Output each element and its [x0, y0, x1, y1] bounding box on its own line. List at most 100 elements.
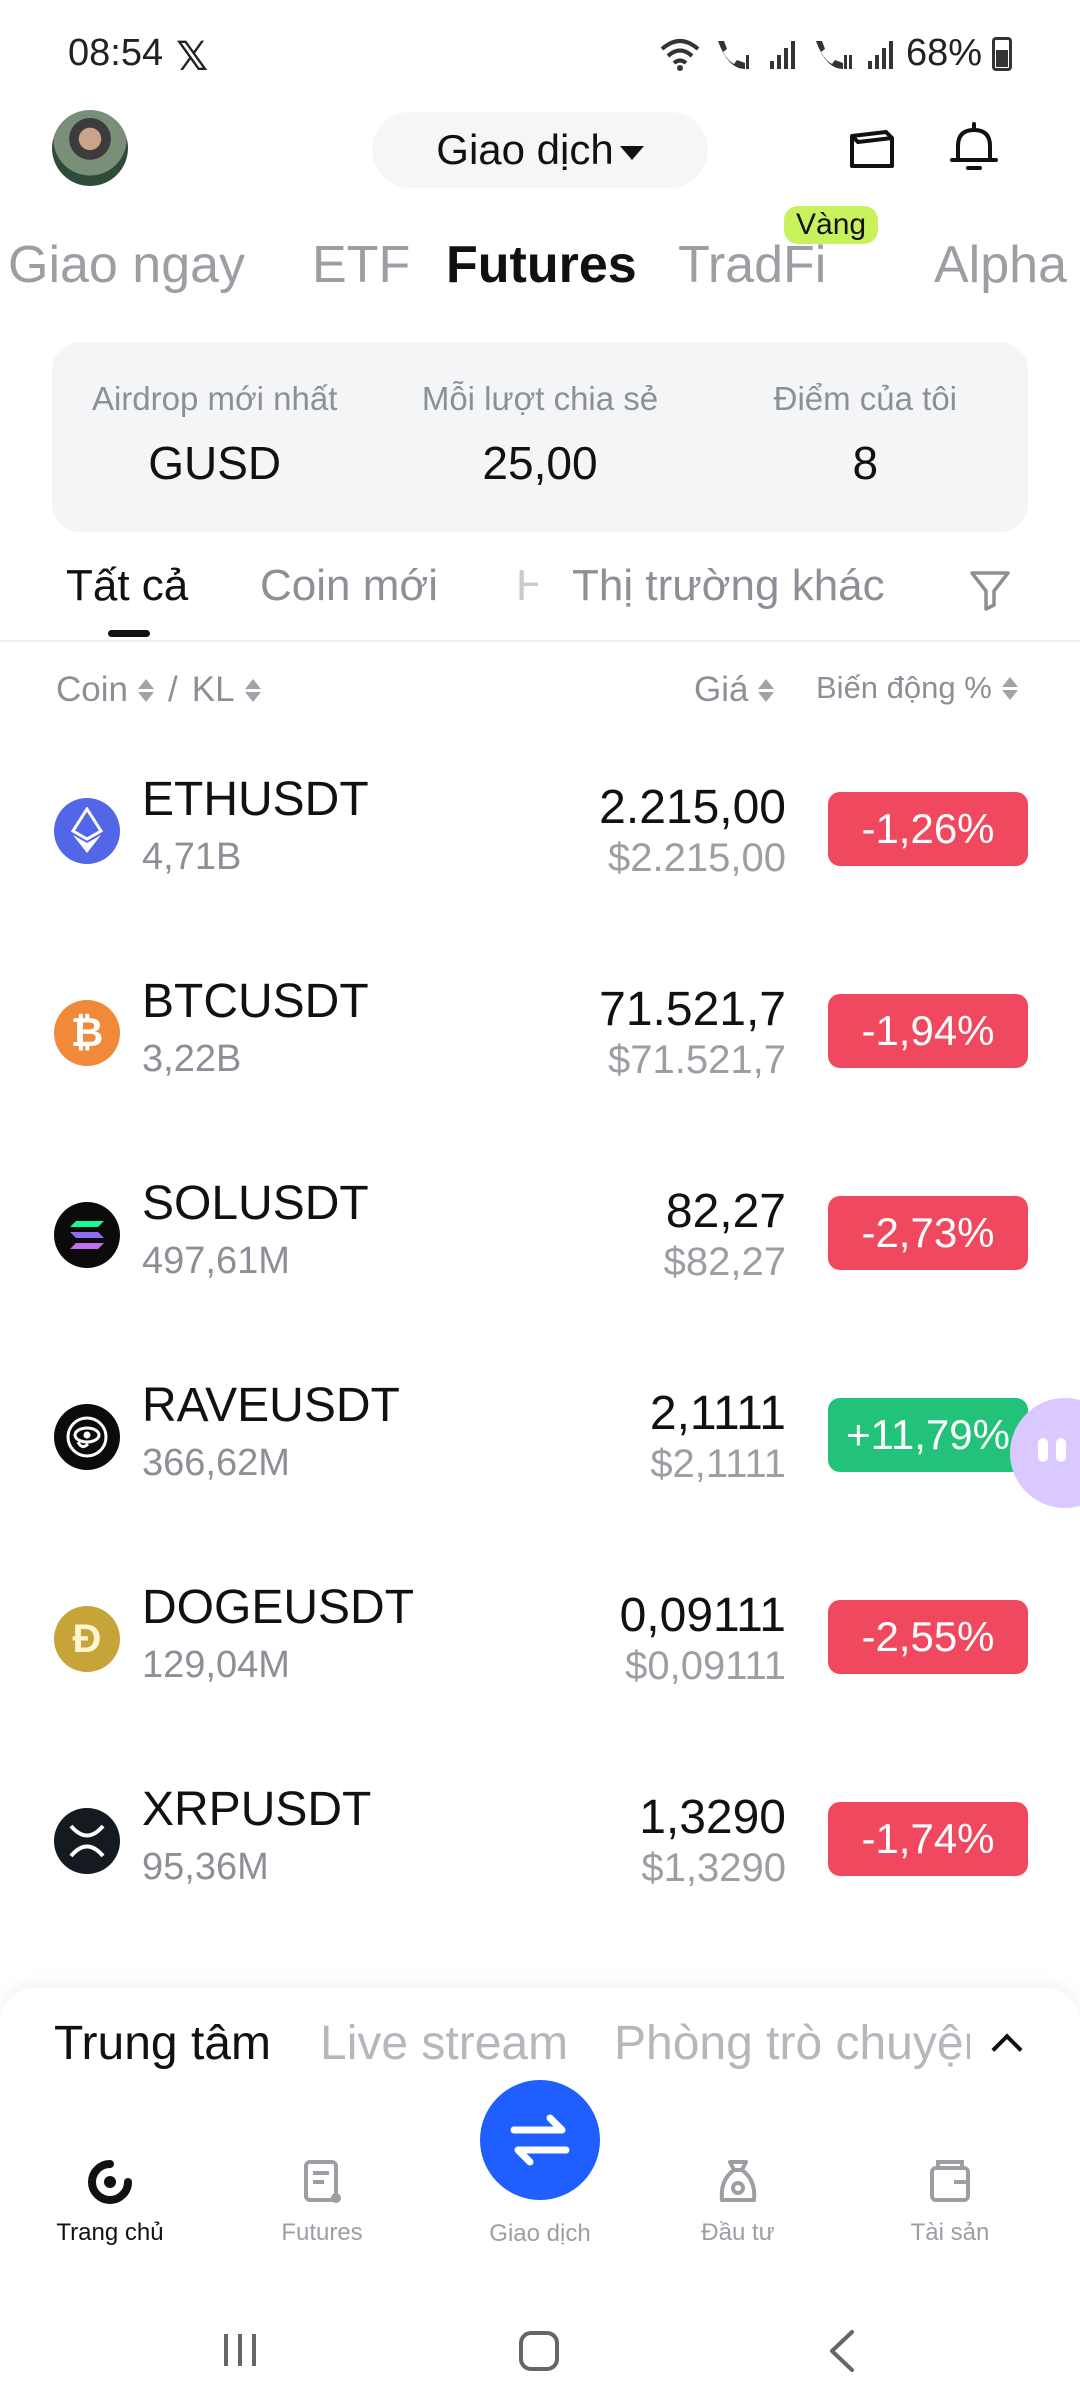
price-usd: $71.521,7: [608, 1038, 786, 1082]
bell-icon[interactable]: [944, 118, 1004, 178]
nav-assets[interactable]: Tài sản: [870, 2156, 1030, 2247]
trade-mode-dropdown[interactable]: Giao dịch: [372, 112, 708, 188]
xrp-icon: [54, 1808, 120, 1874]
avatar[interactable]: [52, 110, 128, 186]
tab-tradfi[interactable]: TradFi: [678, 235, 826, 295]
signal-sim1-icon: [769, 40, 795, 69]
subtab-new-coin[interactable]: Coin mới: [260, 561, 438, 611]
futures-icon: [304, 2160, 341, 2203]
coin-volume-sort[interactable]: Coin / KL: [56, 670, 261, 710]
table-row[interactable]: XRPUSDT 95,36M 1,3290 $1,3290 -1,74%: [0, 1754, 1080, 1956]
col-price-label: Giá: [694, 670, 749, 709]
page-title: Giao dịch: [436, 126, 614, 173]
call-sim2-icon: [815, 40, 852, 69]
sort-icon: [244, 678, 261, 702]
tab-etf[interactable]: ETF: [312, 235, 410, 295]
market-sub-tabs: Tất cả Coin mới H Thị trường khác: [0, 555, 1080, 635]
subtab-truncated[interactable]: H: [516, 561, 538, 611]
airdrop-latest-value: GUSD: [148, 437, 282, 489]
battery-icon: [992, 36, 1012, 71]
nav-invest[interactable]: Đầu tư: [658, 2156, 818, 2247]
price: 2,1111: [649, 1387, 786, 1440]
airdrop-per-share-value: 25,00: [482, 437, 598, 489]
table-row[interactable]: ₿ BTCUSDT 3,22B 71.521,7 $71.521,7 -1,94…: [0, 946, 1080, 1148]
tab-spot[interactable]: Giao ngay: [8, 235, 245, 295]
divider: [0, 640, 1080, 642]
nav-futures[interactable]: Futures: [242, 2156, 402, 2247]
table-row[interactable]: SOLUSDT 497,61M 82,27 $82,27 -2,73%: [0, 1148, 1080, 1350]
price: 0,09111: [619, 1589, 786, 1642]
change-badge[interactable]: -2,55%: [828, 1600, 1028, 1674]
nav-home[interactable]: Trang chủ: [30, 2156, 190, 2247]
col-change-label: Biến động %: [816, 670, 992, 705]
sort-icon: [1001, 676, 1018, 700]
airdrop-per-share: Mỗi lượt chia sẻ 25,00: [377, 342, 702, 532]
back-icon[interactable]: [822, 2328, 862, 2374]
filter-icon[interactable]: [966, 565, 1014, 613]
airdrop-my-points: Điểm của tôi 8: [703, 342, 1028, 532]
table-row[interactable]: ETHUSDT 4,71B 2.215,00 $2.215,00 -1,26%: [0, 744, 1080, 946]
subtab-all[interactable]: Tất cả: [66, 561, 188, 611]
volume: 366,62M: [142, 1442, 290, 1484]
volume: 3,22B: [142, 1038, 242, 1080]
sort-icon: [137, 678, 154, 702]
x-app-icon: 𝕏: [176, 35, 209, 79]
home-button-icon[interactable]: [516, 2328, 562, 2374]
table-row[interactable]: Ð DOGEUSDT 129,04M 0,09111 $0,09111 -2,5…: [0, 1552, 1080, 1754]
change-badge[interactable]: -1,26%: [828, 792, 1028, 866]
price-sort[interactable]: Giá: [694, 670, 775, 710]
tab-futures[interactable]: Futures: [446, 235, 637, 295]
price-usd: $82,27: [663, 1240, 786, 1284]
nav-home-label: Trang chủ: [56, 2219, 164, 2246]
col-separator: /: [167, 670, 178, 709]
call-sim1-icon: [717, 40, 749, 69]
rave-icon: [54, 1404, 120, 1470]
change-badge[interactable]: +11,79%: [828, 1398, 1028, 1472]
change-sort[interactable]: Biến động %: [816, 670, 1018, 706]
home-icon: [88, 2160, 132, 2204]
nav-trade-button[interactable]: [480, 2080, 600, 2200]
eth-icon: [54, 798, 120, 864]
subtab-other-markets[interactable]: Thị trường khác: [572, 561, 885, 611]
status-bar: 08:54 𝕏 68%: [0, 0, 1080, 100]
status-time: 08:54: [68, 32, 164, 74]
price: 71.521,7: [599, 983, 786, 1036]
price-usd: $2,1111: [650, 1442, 786, 1486]
change-badge[interactable]: -2,73%: [828, 1196, 1028, 1270]
recent-apps-icon[interactable]: [218, 2328, 262, 2372]
nav-futures-label: Futures: [281, 2219, 363, 2246]
wallet-icon: [930, 2160, 970, 2202]
feed-tab-center[interactable]: Trung tâm: [54, 2016, 271, 2071]
doge-icon: Ð: [54, 1606, 120, 1672]
airdrop-my-points-value: 8: [852, 437, 879, 489]
folder-icon[interactable]: [842, 118, 902, 178]
volume: 4,71B: [142, 836, 242, 878]
tradfi-badge: Vàng: [784, 206, 879, 244]
change-badge[interactable]: -1,94%: [828, 994, 1028, 1068]
symbol: XRPUSDT: [142, 1783, 372, 1836]
nav-invest-label: Đầu tư: [701, 2219, 775, 2246]
subtab-active-indicator: [108, 630, 150, 637]
caret-down-icon: [619, 146, 644, 160]
airdrop-my-points-label: Điểm của tôi: [773, 380, 958, 417]
feed-tab-live-stream[interactable]: Live stream: [320, 2016, 568, 2071]
system-navigation-bar: [0, 2300, 1080, 2400]
wifi-icon: [660, 38, 700, 71]
tab-alpha[interactable]: Alpha: [934, 235, 1067, 295]
price: 82,27: [665, 1185, 786, 1238]
feed-tab-chat-room[interactable]: Phòng trò chuyện: [614, 2016, 970, 2071]
volume: 497,61M: [142, 1240, 290, 1282]
change-badge[interactable]: -1,74%: [828, 1802, 1028, 1876]
col-coin-label: Coin: [56, 670, 128, 709]
price-usd: $1,3290: [641, 1846, 786, 1890]
signal-icons: [660, 37, 896, 71]
nav-trade-label: Giao dịch: [489, 2220, 591, 2247]
symbol: BTCUSDT: [142, 975, 369, 1028]
btc-icon: ₿: [54, 1000, 120, 1066]
chevron-up-icon[interactable]: [991, 2033, 1023, 2065]
price: 1,3290: [639, 1791, 786, 1844]
airdrop-card[interactable]: Airdrop mới nhất GUSD Mỗi lượt chia sẻ 2…: [52, 342, 1028, 532]
battery-percent: 68%: [905, 32, 982, 74]
table-row[interactable]: RAVEUSDT 366,62M 2,1111 $2,1111 +11,79%: [0, 1350, 1080, 1552]
signal-sim2-icon: [867, 40, 893, 69]
